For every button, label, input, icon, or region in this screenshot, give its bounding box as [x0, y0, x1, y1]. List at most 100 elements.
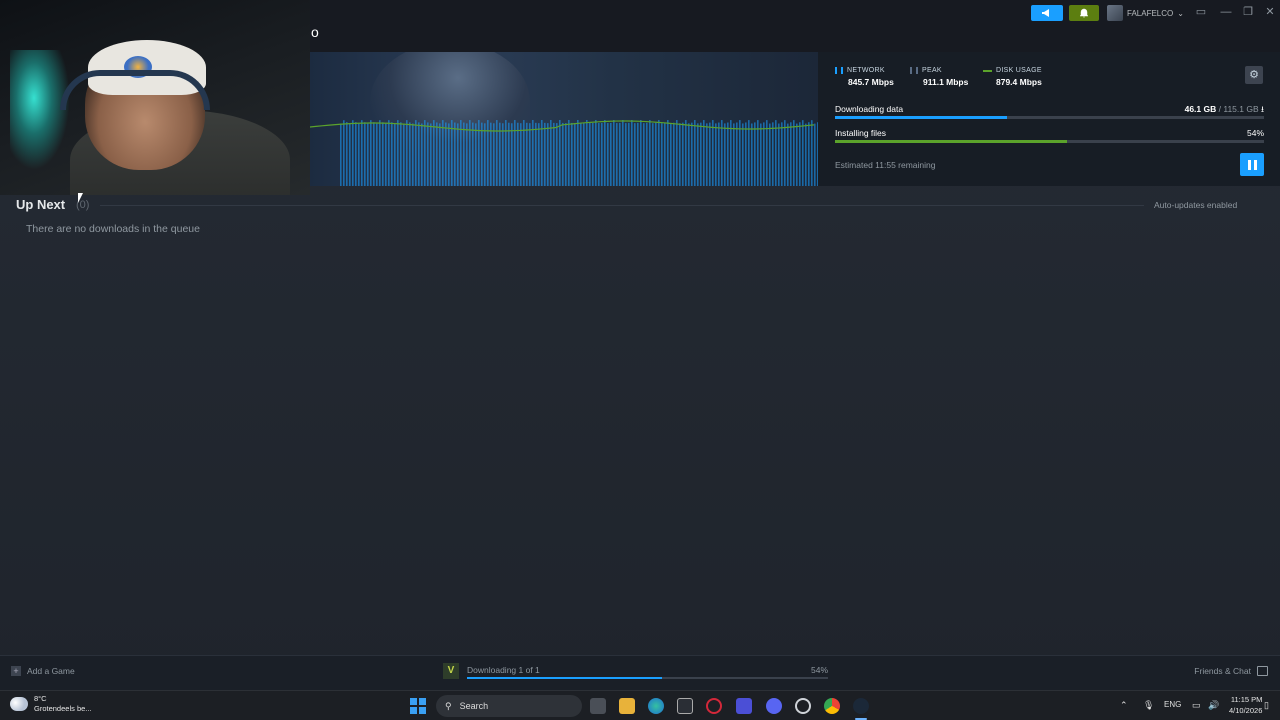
network-graph-bar [784, 120, 786, 186]
weather-desc: Grotendeels be... [34, 704, 92, 713]
store-icon[interactable] [677, 698, 693, 714]
divider [100, 205, 1144, 206]
network-graph-bar [496, 120, 498, 186]
file-explorer-icon[interactable] [619, 698, 635, 714]
network-graph-bar [754, 122, 756, 186]
network-graph-bar [817, 122, 818, 186]
network-graph-bar [664, 122, 666, 186]
network-graph-bar [673, 122, 675, 186]
network-graph-bar [646, 122, 648, 186]
language-indicator[interactable]: ENG [1164, 700, 1181, 709]
webcam-light [10, 50, 70, 170]
network-graph-bar [451, 120, 453, 186]
network-graph-bar [370, 120, 372, 186]
pause-button[interactable] [1240, 153, 1264, 176]
network-graph-bar [502, 123, 504, 186]
minimize-button[interactable]: — [1218, 4, 1234, 20]
volume-icon[interactable]: 🔊 [1208, 700, 1219, 711]
media-app-icon[interactable] [736, 698, 752, 714]
network-graph-bar [349, 123, 351, 186]
network-graph-bar [565, 123, 567, 186]
friends-chat-button[interactable]: Friends & Chat [1194, 666, 1268, 676]
network-graph-bar [388, 120, 390, 186]
steam-icon[interactable] [853, 698, 869, 714]
network-graph-bar [787, 123, 789, 186]
clock[interactable]: 11:15 PM 4/10/2026 [1229, 694, 1262, 716]
network-graph-bar [454, 122, 456, 186]
avatar [1107, 5, 1123, 21]
window-title: o [311, 24, 319, 40]
network-graph-bar [484, 123, 486, 186]
network-graph-bar [697, 123, 699, 186]
network-graph-bar [685, 120, 687, 186]
network-graph-bar [568, 120, 570, 186]
network-graph-bar [571, 122, 573, 186]
chevron-up-icon[interactable]: ⌃ [1120, 700, 1128, 711]
big-picture-icon[interactable]: ▭ [1193, 4, 1209, 20]
network-graph-bar [517, 122, 519, 186]
announcements-button[interactable] [1031, 5, 1063, 21]
empty-queue-message: There are no downloads in the queue [26, 223, 200, 235]
network-graph-bar [658, 120, 660, 186]
network-graph-bar [475, 123, 477, 186]
network-graph-bar [544, 122, 546, 186]
windows-start-icon[interactable] [410, 698, 426, 714]
microphone-icon[interactable]: 🎙 [1143, 700, 1154, 711]
network-graph-bar [622, 120, 624, 186]
installing-files-label: Installing files [835, 128, 887, 138]
network-icon[interactable]: ▭ [1192, 700, 1201, 711]
network-graph-bar [775, 120, 777, 186]
stat-peak-label: PEAK [922, 67, 942, 74]
network-graph-bar [448, 123, 450, 186]
network-graph-bar [499, 122, 501, 186]
search-label: Search [459, 701, 489, 711]
network-graph-bar [631, 120, 633, 186]
network-graph-bar [472, 122, 474, 186]
discord-icon[interactable] [766, 698, 782, 714]
weather-widget[interactable]: 8°C Grotendeels be... [10, 694, 92, 714]
network-graph-bar [409, 122, 411, 186]
network-graph-bar [481, 122, 483, 186]
network-graph-bar [625, 123, 627, 186]
network-graph-bar [793, 120, 795, 186]
download-icon: ⭳ [1261, 104, 1264, 114]
user-menu[interactable]: FALAFELCO ⌄ [1107, 4, 1184, 22]
network-graph-bar [655, 122, 657, 186]
app-icon[interactable] [795, 698, 811, 714]
network-graph-bar [490, 122, 492, 186]
network-graph-bar [616, 123, 618, 186]
network-graph-bar [505, 120, 507, 186]
download-settings-button[interactable]: ⚙ [1245, 66, 1263, 84]
network-graph-bar [559, 120, 561, 186]
network-graph-bar [535, 122, 537, 186]
network-graph-bar [790, 122, 792, 186]
add-game-button[interactable]: + Add a Game [11, 666, 75, 676]
network-graph-bar [649, 120, 651, 186]
weather-temp: 8°C [34, 694, 47, 703]
opera-icon[interactable] [706, 698, 722, 714]
network-graph-bar [418, 122, 420, 186]
network-graph-bar [688, 123, 690, 186]
network-graph-bar [598, 123, 600, 186]
data-progress-fill [835, 116, 1007, 119]
notifications-button[interactable] [1069, 5, 1099, 21]
task-view-icon[interactable] [590, 698, 606, 714]
install-progress-fill [835, 140, 1067, 143]
maximize-button[interactable]: ❐ [1240, 4, 1256, 20]
network-graph-bar [718, 122, 720, 186]
notification-icon[interactable]: ▯ [1264, 700, 1269, 711]
auto-updates-link[interactable]: Auto-updates enabled [1154, 200, 1237, 210]
close-button[interactable]: ✕ [1262, 4, 1278, 20]
network-graph-bar [436, 122, 438, 186]
search-icon: ⚲ [445, 700, 452, 711]
network-graph-bar [619, 122, 621, 186]
edge-icon[interactable] [648, 698, 664, 714]
network-graph-bar [757, 120, 759, 186]
bell-icon [1079, 8, 1089, 18]
network-graph-bar [406, 120, 408, 186]
network-graph-bar [739, 120, 741, 186]
taskbar-search[interactable]: ⚲ Search [436, 695, 582, 717]
chrome-icon[interactable] [824, 698, 840, 714]
network-graph-bar [352, 120, 354, 186]
network-graph-bar [652, 123, 654, 186]
